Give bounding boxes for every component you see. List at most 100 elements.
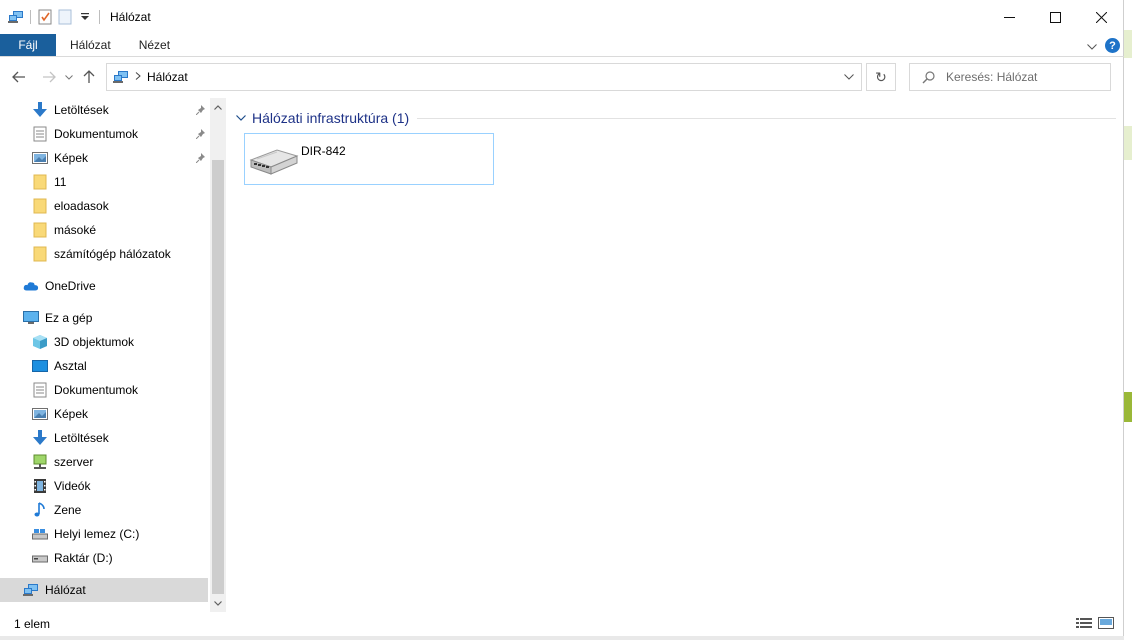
download-icon	[32, 430, 48, 446]
chevron-down-icon	[65, 74, 73, 80]
sidebar-item-label: Helyi lemez (C:)	[54, 527, 140, 541]
view-switcher	[1076, 616, 1114, 630]
taskbar-edge	[0, 636, 1124, 640]
sidebar-item-server[interactable]: szerver	[0, 450, 208, 474]
large-icons-view-icon[interactable]	[1098, 616, 1114, 630]
sidebar-item-local-disk-c[interactable]: Helyi lemez (C:)	[0, 522, 208, 546]
address-dropdown-button[interactable]	[837, 64, 861, 90]
pin-icon[interactable]	[195, 128, 206, 142]
help-icon[interactable]: ?	[1105, 38, 1120, 53]
breadcrumb-item[interactable]: Hálózat	[147, 70, 188, 84]
arrow-up-icon	[83, 70, 95, 83]
customize-toolbar-dropdown-icon[interactable]	[75, 7, 95, 27]
network-drive-icon	[32, 454, 48, 470]
sidebar-item-label: Képek	[54, 407, 89, 421]
sidebar-item-label: OneDrive	[45, 279, 96, 293]
tab-view[interactable]: Nézet	[125, 34, 184, 56]
sidebar-item-downloads[interactable]: Letöltések	[0, 426, 208, 450]
sidebar-item-pictures[interactable]: Képek	[0, 402, 208, 426]
address-bar[interactable]: Hálózat	[106, 63, 862, 91]
new-folder-icon[interactable]	[55, 7, 75, 27]
sidebar-item-label: másoké	[54, 223, 97, 237]
arrow-right-icon	[43, 71, 56, 83]
sidebar-item-music[interactable]: Zene	[0, 498, 208, 522]
minimize-button[interactable]	[986, 0, 1032, 34]
sidebar-item-downloads-pinned[interactable]: Letöltések	[0, 98, 208, 122]
sidebar-item-label: Raktár (D:)	[54, 551, 113, 565]
sidebar-item-folder-szamitogep-halozatok[interactable]: számítógép hálózatok	[0, 242, 208, 266]
sidebar-item-folder-eloadasok[interactable]: eloadasok	[0, 194, 208, 218]
sidebar-item-network[interactable]: Hálózat	[0, 578, 208, 602]
scroll-up-button[interactable]	[210, 98, 226, 116]
details-view-icon[interactable]	[1076, 616, 1092, 630]
pin-icon[interactable]	[195, 152, 206, 166]
documents-icon	[32, 126, 48, 142]
network-icon	[23, 582, 39, 598]
collapse-group-chevron-icon[interactable]	[236, 115, 252, 121]
sidebar-item-videos[interactable]: Videók	[0, 474, 208, 498]
expand-ribbon-chevron-icon[interactable]	[1087, 39, 1097, 53]
quick-access-toolbar	[0, 0, 104, 34]
sidebar-scrollbar[interactable]	[210, 98, 226, 612]
sidebar-item-desktop[interactable]: Asztal	[0, 354, 208, 378]
sidebar-item-label: eloadasok	[54, 199, 109, 213]
search-box[interactable]	[909, 63, 1111, 91]
sidebar-item-label: Ez a gép	[45, 311, 93, 325]
sidebar-item-this-pc[interactable]: Ez a gép	[0, 306, 208, 330]
tab-file[interactable]: Fájl	[0, 34, 56, 56]
sidebar-item-drive-d[interactable]: Raktár (D:)	[0, 546, 208, 570]
scrollbar-thumb[interactable]	[212, 160, 224, 594]
breadcrumb-chevron-icon[interactable]	[135, 71, 141, 83]
sidebar-item-pictures-pinned[interactable]: Képek	[0, 146, 208, 170]
download-icon	[32, 102, 48, 118]
sidebar-item-label: szerver	[54, 455, 94, 469]
pictures-icon	[32, 406, 48, 422]
router-icon	[247, 140, 299, 180]
network-icon	[109, 70, 133, 84]
sidebar-item-label: Asztal	[54, 359, 87, 373]
properties-icon[interactable]	[35, 7, 55, 27]
desktop-icon	[32, 358, 48, 374]
navigation-pane: Letöltések Dokumentumok Képek 11 eloadas…	[0, 98, 226, 612]
tab-network[interactable]: Hálózat	[56, 34, 125, 56]
sidebar-item-label: Videók	[54, 479, 91, 493]
group-divider	[417, 117, 1116, 119]
up-button[interactable]	[78, 66, 100, 88]
network-icon[interactable]	[6, 7, 26, 27]
explorer-window: Hálózat Fájl Hálózat Nézet ? Hálózat ↻ K…	[0, 0, 1124, 640]
pin-icon[interactable]	[195, 104, 206, 118]
sidebar-item-label: Dokumentumok	[54, 127, 139, 141]
folder-icon	[32, 246, 48, 262]
3d-objects-icon	[32, 334, 48, 350]
minimize-icon	[1003, 16, 1015, 18]
onedrive-cloud-icon	[23, 278, 39, 294]
sidebar-item-label: Dokumentumok	[54, 383, 139, 397]
sidebar-item-onedrive[interactable]: OneDrive	[0, 274, 208, 298]
group-header[interactable]: Hálózati infrastruktúra (1)	[236, 108, 1116, 128]
chevron-down-icon	[844, 74, 854, 80]
network-device-tile[interactable]: DIR-842	[244, 133, 494, 185]
sidebar-item-label: számítógép hálózatok	[54, 247, 171, 261]
toolbar-separator	[99, 10, 100, 24]
ribbon-right-controls: ?	[1087, 34, 1124, 57]
item-count: 1 elem	[14, 617, 51, 631]
sidebar-item-documents-pinned[interactable]: Dokumentumok	[0, 122, 208, 146]
close-button[interactable]	[1078, 0, 1124, 34]
sidebar-item-label: Képek	[54, 151, 89, 165]
recent-locations-button[interactable]	[62, 66, 76, 88]
sidebar-item-folder-masoke[interactable]: másoké	[0, 218, 208, 242]
scroll-down-button[interactable]	[210, 594, 226, 612]
documents-icon	[32, 382, 48, 398]
refresh-button[interactable]: ↻	[866, 63, 896, 91]
search-input[interactable]	[946, 70, 1106, 84]
sidebar-item-3d-objects[interactable]: 3D objektumok	[0, 330, 208, 354]
sidebar-item-documents[interactable]: Dokumentumok	[0, 378, 208, 402]
back-button[interactable]	[8, 66, 30, 88]
device-name: DIR-842	[301, 144, 346, 158]
maximize-button[interactable]	[1032, 0, 1078, 34]
sidebar-item-folder-11[interactable]: 11	[0, 170, 208, 194]
content-pane: Hálózati infrastruktúra (1) DIR-842	[230, 98, 1120, 612]
sidebar-item-label: 11	[54, 175, 67, 189]
forward-button[interactable]	[38, 66, 60, 88]
folder-icon	[32, 198, 48, 214]
